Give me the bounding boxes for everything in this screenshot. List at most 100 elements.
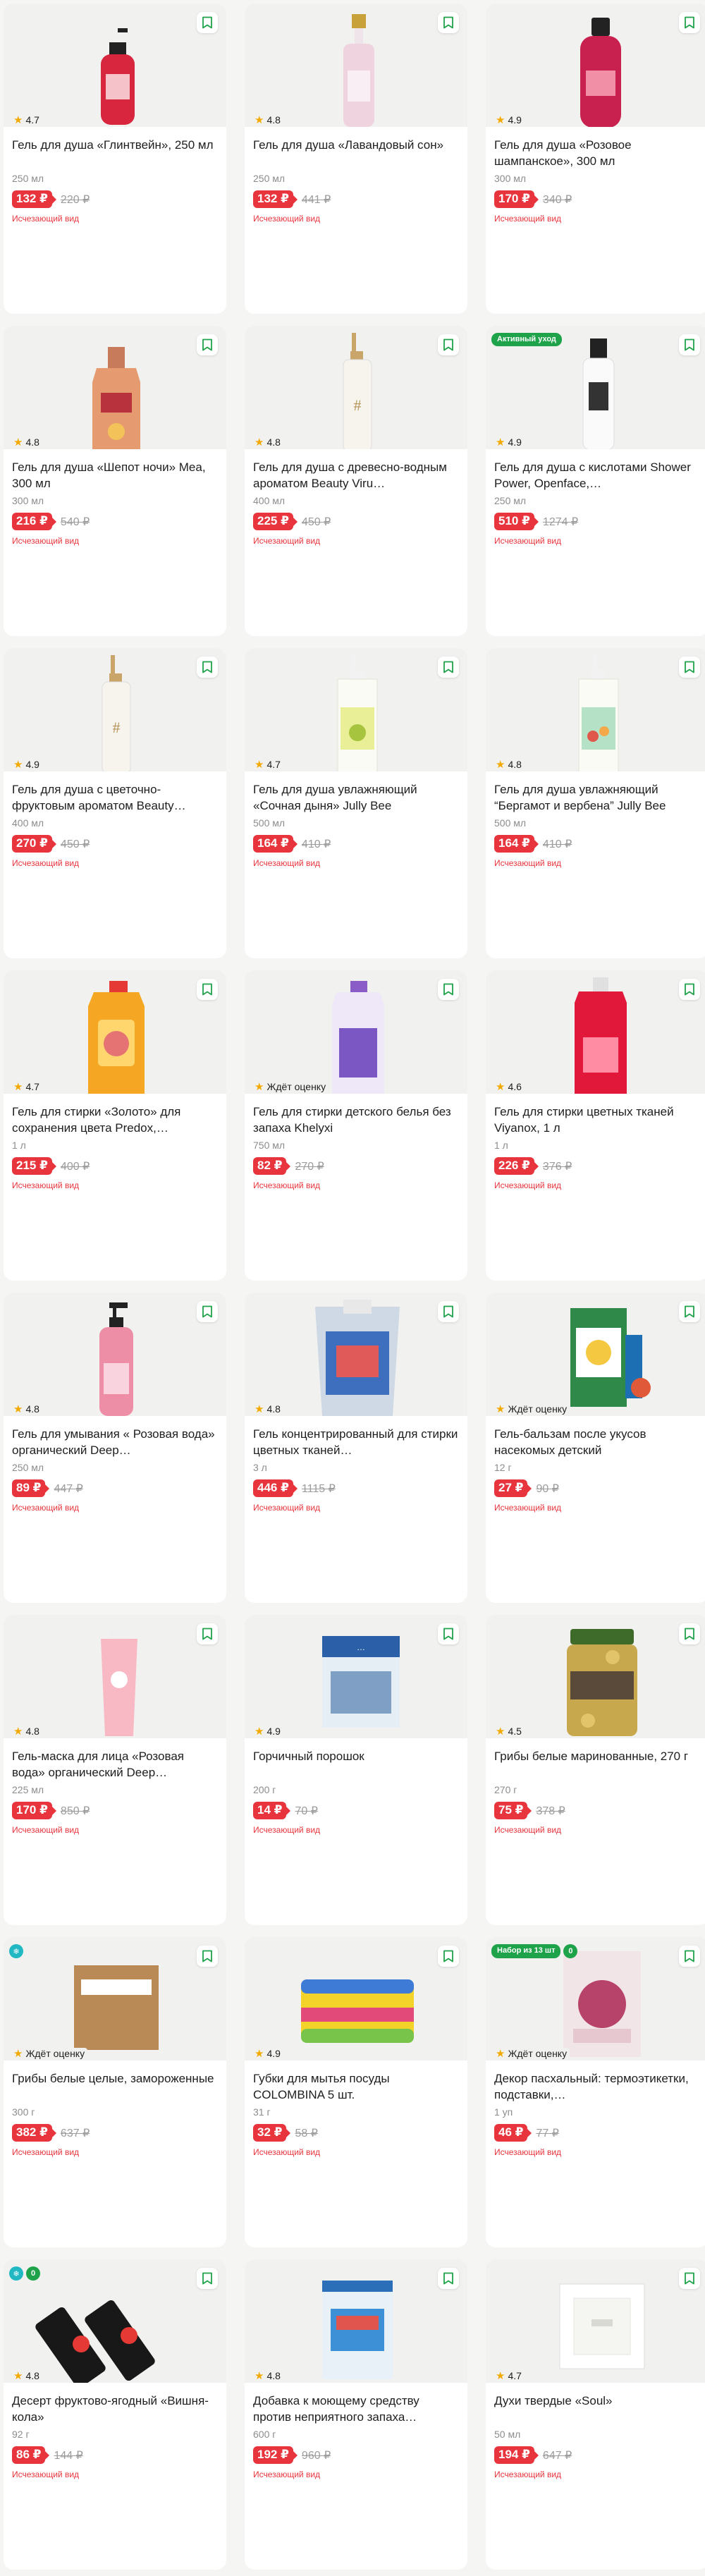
product-card[interactable]: ★ 4.8 Добавка к моющему средству против … [245, 2259, 467, 2570]
product-image[interactable]: ★ 4.6 [486, 970, 705, 1094]
product-title[interactable]: Гель для стирки цветных тканей Viyanox, … [494, 1104, 700, 1136]
product-image[interactable]: ★ 4.8 [4, 1615, 226, 1738]
product-image[interactable]: ★ 4.8 [4, 326, 226, 449]
product-title[interactable]: Духи твердые «Soul» [494, 2393, 700, 2425]
product-title[interactable]: Добавка к моющему средству против неприя… [253, 2393, 459, 2425]
favorite-button[interactable] [197, 334, 218, 355]
product-title[interactable]: Гель для умывания « Розовая вода» органи… [12, 1426, 218, 1458]
product-image[interactable]: # ★ 4.8 [245, 326, 467, 449]
product-title[interactable]: Губки для мытья посуды COLOMBINA 5 шт. [253, 2070, 459, 2103]
product-title[interactable]: Гель для душа с кислотами Shower Power, … [494, 459, 700, 492]
product-card[interactable]: ★ 4.8 Гель для душа увлажняющий “Бергамо… [486, 648, 705, 958]
product-card[interactable]: ★ 4.8 Гель для душа «Лавандовый сон» 250… [245, 4, 467, 314]
product-image[interactable]: ★ 4.7 [4, 4, 226, 127]
product-card[interactable]: ★ 4.8 Гель концентрированный для стирки … [245, 1293, 467, 1603]
product-image[interactable]: ★ 4.7 [245, 648, 467, 771]
favorite-button[interactable] [679, 2268, 700, 2289]
product-card[interactable]: Активный уход ★ 4.9 Гель для душа с кисл… [486, 326, 705, 636]
product-title[interactable]: Гель концентрированный для стирки цветны… [253, 1426, 459, 1458]
product-title[interactable]: Гель-маска для лица «Розовая вода» орган… [12, 1748, 218, 1781]
product-card[interactable]: ★ 4.7 Гель для стирки «Золото» для сохра… [4, 970, 226, 1281]
product-title[interactable]: Гель для душа «Шепот ночи» Mea, 300 мл [12, 459, 218, 492]
product-card[interactable]: ★ 4.8 Гель для умывания « Розовая вода» … [4, 1293, 226, 1603]
favorite-button[interactable] [679, 334, 700, 355]
product-image[interactable]: Активный уход ★ 4.9 [486, 326, 705, 449]
favorite-button[interactable] [679, 1946, 700, 1967]
product-card[interactable]: ★ 4.8 Гель-маска для лица «Розовая вода»… [4, 1615, 226, 1925]
product-title[interactable]: Гель-бальзам после укусов насекомых детс… [494, 1426, 700, 1458]
product-card[interactable]: ★ 4.6 Гель для стирки цветных тканей Viy… [486, 970, 705, 1281]
favorite-button[interactable] [679, 1623, 700, 1644]
product-title[interactable]: Гель для душа «Глинтвейн», 250 мл [12, 137, 218, 169]
product-card[interactable]: ★ 4.7 Гель для душа «Глинтвейн», 250 мл … [4, 4, 226, 314]
favorite-button[interactable] [438, 1301, 459, 1322]
product-image[interactable]: ★ 4.8 [486, 648, 705, 771]
product-image[interactable]: ★ 4.7 [486, 2259, 705, 2383]
favorite-button[interactable] [197, 12, 218, 33]
product-title[interactable]: Гель для душа увлажняющий «Сочная дыня» … [253, 781, 459, 814]
product-image[interactable]: ★ Ждёт оценку [245, 970, 467, 1094]
product-title[interactable]: Грибы белые целые, замороженные [12, 2070, 218, 2103]
product-image[interactable]: # ★ 4.9 [4, 648, 226, 771]
product-card[interactable]: # ★ 4.8 Гель для душа с древесно-водным … [245, 326, 467, 636]
favorite-button[interactable] [679, 12, 700, 33]
product-card[interactable]: … ★ 4.9 Горчичный порошок 200 г 14 ₽ 70 … [245, 1615, 467, 1925]
favorite-button[interactable] [438, 2268, 459, 2289]
product-image[interactable]: ★ 4.5 [486, 1615, 705, 1738]
product-title[interactable]: Грибы белые маринованные, 270 г [494, 1748, 700, 1781]
product-card[interactable]: ★ Ждёт оценку Гель-бальзам после укусов … [486, 1293, 705, 1603]
favorite-button[interactable] [197, 2268, 218, 2289]
rating-value: 4.9 [266, 2048, 281, 2059]
product-card[interactable]: ★ 4.5 Грибы белые маринованные, 270 г 27… [486, 1615, 705, 1925]
favorite-button[interactable] [197, 1946, 218, 1967]
favorite-button[interactable] [197, 657, 218, 678]
favorite-button[interactable] [197, 1623, 218, 1644]
rating-value: 4.7 [266, 759, 281, 770]
product-image[interactable]: ★ 4.8 [245, 4, 467, 127]
product-image[interactable]: Набор из 13 шт 0 ★ Ждёт оценку [486, 1937, 705, 2061]
product-card[interactable]: ★ Ждёт оценку Гель для стирки детского б… [245, 970, 467, 1281]
product-title[interactable]: Гель для душа с древесно-водным ароматом… [253, 459, 459, 492]
favorite-button[interactable] [438, 1946, 459, 1967]
product-card[interactable]: ❄ ★ Ждёт оценку Грибы белые целые, замор… [4, 1937, 226, 2247]
product-image[interactable]: ❄ 0 ★ 4.8 [4, 2259, 226, 2383]
product-card[interactable]: ★ 4.9 Губки для мытья посуды COLOMBINA 5… [245, 1937, 467, 2247]
product-title[interactable]: Горчичный порошок [253, 1748, 459, 1781]
product-title[interactable]: Гель для душа «Лавандовый сон» [253, 137, 459, 169]
product-title[interactable]: Десерт фруктово-ягодный «Вишня-кола» [12, 2393, 218, 2425]
product-title[interactable]: Гель для душа «Розовое шампанское», 300 … [494, 137, 700, 169]
product-image[interactable]: ★ 4.8 [245, 2259, 467, 2383]
favorite-button[interactable] [438, 1623, 459, 1644]
product-title[interactable]: Декор пасхальный: термоэтикетки, подстав… [494, 2070, 700, 2103]
product-card[interactable]: ★ 4.7 Духи твердые «Soul» 50 мл 194 ₽ 64… [486, 2259, 705, 2570]
product-image[interactable]: ❄ ★ Ждёт оценку [4, 1937, 226, 2061]
product-card[interactable]: # ★ 4.9 Гель для душа с цветочно-фруктов… [4, 648, 226, 958]
favorite-button[interactable] [438, 12, 459, 33]
favorite-button[interactable] [679, 1301, 700, 1322]
favorite-button[interactable] [679, 657, 700, 678]
product-title[interactable]: Гель для стирки детского белья без запах… [253, 1104, 459, 1136]
product-title[interactable]: Гель для стирки «Золото» для сохранения … [12, 1104, 218, 1136]
product-card[interactable]: ★ 4.9 Гель для душа «Розовое шампанское»… [486, 4, 705, 314]
product-card[interactable]: ★ 4.7 Гель для душа увлажняющий «Сочная … [245, 648, 467, 958]
product-card[interactable]: Набор из 13 шт 0 ★ Ждёт оценку Декор пасх… [486, 1937, 705, 2247]
favorite-button[interactable] [197, 979, 218, 1000]
favorite-button[interactable] [197, 1301, 218, 1322]
product-title[interactable]: Гель для душа с цветочно-фруктовым арома… [12, 781, 218, 814]
product-image[interactable]: ★ 4.8 [245, 1293, 467, 1416]
product-image[interactable]: … ★ 4.9 [245, 1615, 467, 1738]
product-title[interactable]: Гель для душа увлажняющий “Бергамот и ве… [494, 781, 700, 814]
favorite-button[interactable] [438, 334, 459, 355]
product-image[interactable]: ★ 4.9 [245, 1937, 467, 2061]
product-image[interactable]: ★ 4.9 [486, 4, 705, 127]
product-image[interactable]: ★ 4.8 [4, 1293, 226, 1416]
product-weight: 600 г [253, 2429, 276, 2440]
product-image[interactable]: ★ Ждёт оценку [486, 1293, 705, 1416]
favorite-button[interactable] [438, 657, 459, 678]
product-card[interactable]: ❄ 0 ★ 4.8 Десерт фруктово-ягодный «Вишня-… [4, 2259, 226, 2570]
product-image[interactable]: ★ 4.7 [4, 970, 226, 1094]
old-price: 450 ₽ [301, 515, 331, 528]
favorite-button[interactable] [679, 979, 700, 1000]
favorite-button[interactable] [438, 979, 459, 1000]
product-card[interactable]: ★ 4.8 Гель для душа «Шепот ночи» Mea, 30… [4, 326, 226, 636]
